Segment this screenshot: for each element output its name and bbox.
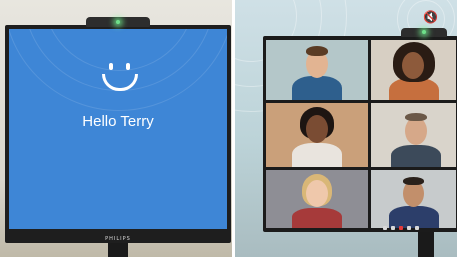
popup-webcam [401,28,447,37]
call-toolbar [383,226,433,231]
monitor-right [263,36,457,232]
camera-icon[interactable] [391,226,395,230]
participant-tile [371,40,456,100]
smiley-right-eye [126,63,130,70]
smiley-left-eye [109,63,113,70]
participant-body [292,208,342,228]
login-screen: Hello Terry [9,29,227,229]
participant-tile [266,40,368,100]
participant-tile [266,103,368,167]
monitor-stand-right [418,228,434,257]
participant-face [306,180,328,207]
participant-hair [405,113,427,121]
participant-hair [306,46,328,56]
participant-face [405,117,427,145]
participant-hair [403,177,424,185]
monitor-left: Hello Terry PHILIPS [5,25,231,243]
end-call-icon[interactable] [399,226,403,230]
webcam-led-icon [422,30,426,34]
participant-body [389,206,439,228]
participant-tile [371,170,456,228]
more-icon[interactable] [415,226,419,230]
brand-logo: PHILIPS [105,236,131,242]
webcam-led-icon [116,20,120,24]
share-icon[interactable] [407,226,411,230]
video-call-photo: 🔇 [235,0,457,257]
participant-body [391,145,441,167]
participant-body [292,76,342,100]
participant-body [292,143,342,167]
participant-face [402,52,424,79]
participant-tile [371,103,456,167]
glow-ring [9,29,227,111]
speaker-muted-icon: 🔇 [423,10,438,24]
participant-tile [266,170,368,228]
mic-icon[interactable] [383,226,387,230]
participant-face [306,115,328,143]
popup-webcam [86,17,150,27]
windows-hello-photo: Hello Terry PHILIPS [0,0,232,257]
greeting-text: Hello Terry [82,113,154,130]
